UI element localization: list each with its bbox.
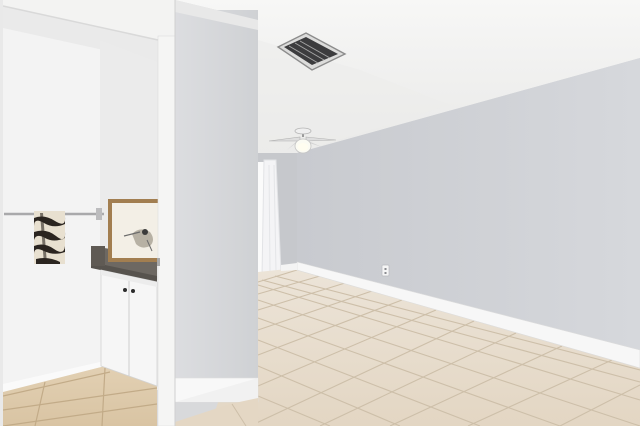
zebra-towel xyxy=(34,211,66,264)
electrical-outlet-icon xyxy=(381,264,390,277)
vanity-cabinet xyxy=(100,269,158,387)
center-wall xyxy=(175,10,258,402)
framed-picture xyxy=(108,199,158,262)
room-photo xyxy=(0,0,640,426)
room-illustration xyxy=(0,0,640,426)
towel-bar-bracket xyxy=(96,208,102,220)
